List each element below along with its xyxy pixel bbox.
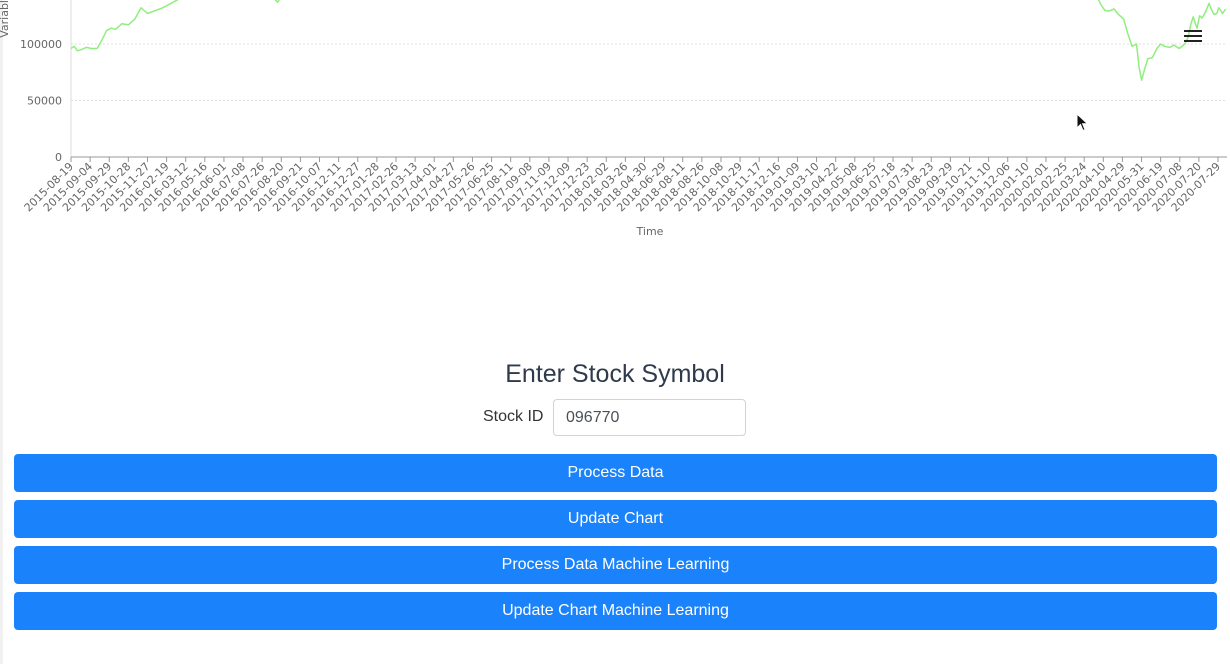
y-axis-title: Variabl <box>0 0 11 38</box>
stock-id-input[interactable] <box>553 399 746 436</box>
mouse-pointer-icon <box>1076 113 1089 132</box>
form-title: Enter Stock Symbol <box>505 360 725 388</box>
hamburger-menu-icon[interactable] <box>1184 30 1202 46</box>
process-data-button[interactable]: Process Data <box>14 454 1217 492</box>
price-series-line <box>70 0 1227 81</box>
update-chart-ml-button[interactable]: Update Chart Machine Learning <box>14 592 1217 630</box>
y-tick-label: 0 <box>55 151 62 164</box>
stock-id-label: Stock ID <box>483 408 544 425</box>
x-axis-title: Time <box>636 225 664 238</box>
update-chart-button[interactable]: Update Chart <box>14 500 1217 538</box>
stock-id-row: Stock ID <box>0 399 1230 437</box>
y-tick-label: 50000 <box>27 95 62 108</box>
y-tick-label: 100000 <box>20 38 62 51</box>
process-data-ml-button[interactable]: Process Data Machine Learning <box>14 546 1217 584</box>
chart-canvas: 0500001000002015-08-192015-09-042015-09-… <box>0 0 1227 238</box>
stock-line-chart: 0 50000 100000 2015-08-19 2015-09-04 2015-09-… <box>0 0 1230 245</box>
